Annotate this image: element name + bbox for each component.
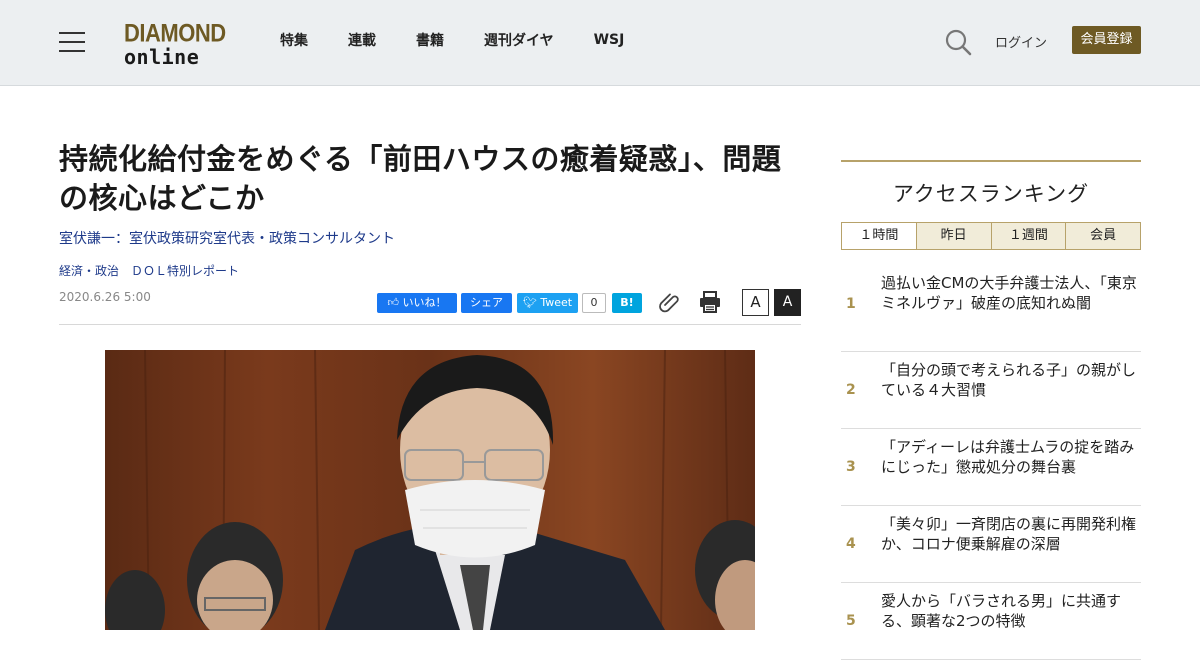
rank-headline: 「美々卯」一斉閉店の裏に再開発利権か、コロナ便乗解雇の深層 (881, 515, 1137, 553)
thumbs-up-icon: 👍︎ (387, 296, 400, 309)
ranking-item[interactable]: 1 過払い金CMの大手弁護士法人、「東京ミネルヴァ」破産の底知れぬ闇 (841, 266, 1141, 352)
ranking-sidebar: アクセスランキング １時間 昨日 １週間 会員 1 過払い金CMの大手弁護士法人… (841, 160, 1141, 660)
ranking-title: アクセスランキング (892, 182, 1090, 206)
nav-item-tokushu[interactable]: 特集 (280, 30, 308, 50)
tab-yesterday[interactable]: 昨日 (915, 223, 991, 249)
ranking-item[interactable]: 4 「美々卯」一斉閉店の裏に再開発利権か、コロナ便乗解雇の深層 (841, 506, 1141, 583)
menu-icon[interactable] (59, 32, 85, 52)
hatena-bookmark-button[interactable]: B! (612, 293, 642, 313)
site-header: DIAMOND online 特集 連載 書籍 週刊ダイヤ WSJ ログイン 会… (0, 0, 1200, 86)
article-date: 2020.6.26 5:00 (59, 290, 151, 304)
ranking-item[interactable]: 3 「アディーレは弁護士ムラの掟を踏みにじった」懲戒処分の舞台裏 (841, 429, 1141, 506)
facebook-like-button[interactable]: 👍︎ いいね！ (377, 293, 457, 313)
register-button[interactable]: 会員登録 (1072, 26, 1141, 54)
rank-number: 4 (846, 536, 856, 552)
nav-item-shoseki[interactable]: 書籍 (416, 30, 444, 50)
rank-number: 5 (846, 613, 856, 629)
rank-number: 2 (846, 382, 856, 398)
tab-1-week[interactable]: １週間 (990, 223, 1066, 249)
print-icon[interactable] (698, 290, 722, 314)
rank-number: 3 (846, 459, 856, 475)
rank-headline: 愛人から「バラされる男」に共通する、顕著な2つの特徴 (881, 592, 1122, 630)
nav-item-rensai[interactable]: 連載 (348, 30, 376, 50)
ranking-item[interactable]: 5 愛人から「バラされる男」に共通する、顕著な2つの特徴 (841, 583, 1141, 660)
sidebar-rule (841, 160, 1141, 162)
logo-top-text: DIAMOND (124, 18, 226, 48)
nav-item-weekly-diamond[interactable]: 週刊ダイヤ (484, 30, 554, 50)
rank-headline: 「アディーレは弁護士ムラの掟を踏みにじった」懲戒処分の舞台裏 (881, 438, 1135, 476)
tab-1-hour[interactable]: １時間 (842, 223, 916, 249)
site-logo[interactable]: DIAMOND online (124, 18, 228, 69)
logo-bottom-text: online (124, 45, 200, 69)
rank-headline: 過払い金CMの大手弁護士法人、「東京ミネルヴァ」破産の底知れぬ闇 (881, 274, 1137, 312)
clip-icon[interactable] (658, 291, 682, 315)
font-size-large-button[interactable]: A (774, 289, 801, 316)
tweet-label: Tweet (540, 296, 573, 309)
login-link[interactable]: ログイン (995, 32, 1047, 51)
tweet-button[interactable]: 🐦︎ Tweet (517, 293, 578, 313)
main-nav: 特集 連載 書籍 週刊ダイヤ WSJ (280, 0, 664, 80)
font-size-normal-button[interactable]: A (742, 289, 769, 316)
tab-members[interactable]: 会員 (1065, 223, 1140, 249)
twitter-bird-icon: 🐦︎ (522, 296, 537, 309)
search-icon[interactable] (944, 28, 972, 56)
ranking-item[interactable]: 2 「自分の頭で考えられる子」の親がしている４大習慣 (841, 352, 1141, 429)
nav-item-wsj[interactable]: WSJ (594, 32, 625, 48)
article-category[interactable]: 経済・政治 ＤＯＬ特別レポート (59, 262, 239, 279)
ranking-list: 1 過払い金CMの大手弁護士法人、「東京ミネルヴァ」破産の底知れぬ闇 2 「自分… (841, 266, 1141, 660)
ranking-tabs: １時間 昨日 １週間 会員 (841, 222, 1141, 250)
article-title: 持続化給付金をめぐる「前田ハウスの癒着疑惑」、問題の核心はどこか (59, 142, 782, 215)
rank-number: 1 (846, 296, 856, 312)
facebook-like-label: いいね！ (402, 296, 447, 309)
article-divider (59, 324, 801, 325)
tweet-count: 0 (582, 293, 606, 313)
article-photo (105, 350, 755, 630)
article-author[interactable]: 室伏謙一：室伏政策研究室代表・政策コンサルタント (59, 228, 395, 248)
rank-headline: 「自分の頭で考えられる子」の親がしている４大習慣 (881, 361, 1137, 399)
facebook-share-button[interactable]: シェア (461, 293, 512, 313)
